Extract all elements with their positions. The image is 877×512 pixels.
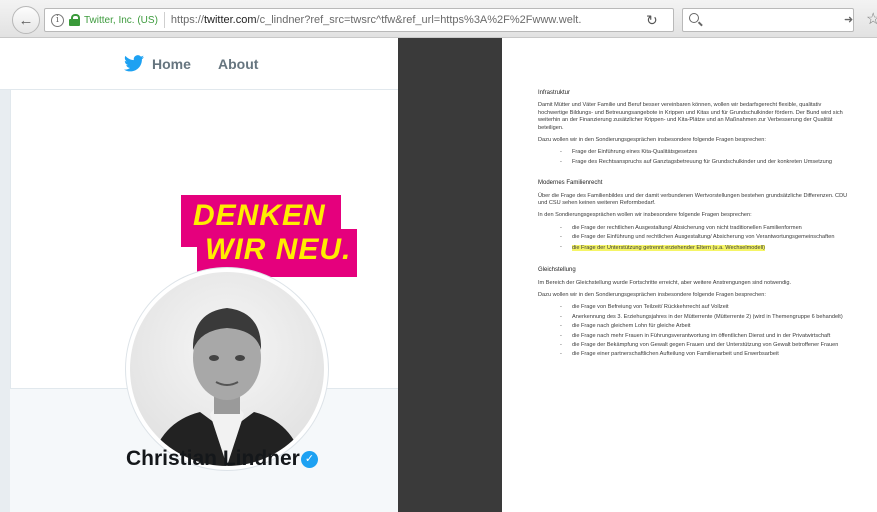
site-identity[interactable]: Twitter, Inc. (US) bbox=[84, 15, 158, 26]
paragraph: Dazu wollen wir in den Sondierungsgesprä… bbox=[538, 291, 766, 298]
twitter-nav: Home About bbox=[0, 38, 398, 90]
info-icon[interactable]: i bbox=[51, 13, 64, 27]
highlighted-text: die Frage der Unterstützung getrennt erz… bbox=[572, 244, 765, 251]
list-item: die Frage nach gleichem Lohn für gleiche… bbox=[538, 323, 848, 331]
nav-home-link[interactable]: Home bbox=[152, 56, 191, 72]
paragraph: Damit Mütter und Väter Familie und Beruf… bbox=[538, 102, 843, 131]
verified-badge-icon: ✓ bbox=[301, 451, 318, 468]
avatar-portrait-image bbox=[150, 308, 304, 466]
paragraph: In den Sondierungsgesprächen wollen wir … bbox=[538, 212, 752, 219]
url-path: /c_lindner?ref_src=twsrc^tfw&ref_url=htt… bbox=[256, 14, 582, 26]
twitter-profile-pane: Home About DENKEN WIR NEU. Christian Lin… bbox=[0, 38, 398, 512]
document-viewer: Infrastruktur Damit Mütter und Väter Fam… bbox=[398, 38, 877, 512]
reload-icon[interactable]: ↻ bbox=[646, 12, 658, 29]
browser-toolbar: ← i Twitter, Inc. (US) https://twitter.c… bbox=[0, 0, 877, 38]
section-heading: Infrastruktur bbox=[538, 90, 571, 96]
avatar[interactable] bbox=[126, 268, 328, 470]
list-item: die Frage nach mehr Frauen in Führungsve… bbox=[538, 333, 848, 341]
document-page: Infrastruktur Damit Mütter und Väter Fam… bbox=[502, 38, 877, 512]
list-item: die Frage von Befreiung von Teilzeit/ Rü… bbox=[538, 304, 848, 312]
list-item: die Frage der Einführung und rechtlichen… bbox=[538, 234, 848, 242]
document-text: Infrastruktur Damit Mütter und Väter Fam… bbox=[538, 90, 848, 365]
url-divider bbox=[163, 12, 165, 28]
list-item: die Frage der Bekämpfung von Gewalt gege… bbox=[538, 342, 848, 350]
banner-line-1: DENKEN bbox=[193, 199, 326, 232]
highlighted-list-item: die Frage der Unterstützung getrennt erz… bbox=[538, 244, 848, 253]
lock-icon[interactable] bbox=[69, 14, 80, 26]
list-item: Frage des Rechtsanspruchs auf Ganztagsbe… bbox=[538, 159, 848, 167]
page-gutter bbox=[0, 90, 10, 512]
address-bar[interactable]: i Twitter, Inc. (US) https://twitter.com… bbox=[44, 8, 674, 32]
search-input[interactable] bbox=[682, 8, 854, 32]
url-domain: twitter.com bbox=[203, 14, 257, 26]
profile-display-name[interactable]: Christian Lindner bbox=[126, 447, 300, 471]
back-button[interactable]: ← bbox=[12, 6, 40, 34]
back-arrow-icon: ← bbox=[18, 11, 34, 29]
paragraph: Im Bereich der Gleichstellung wurde Fort… bbox=[538, 279, 792, 286]
bullet-list: Frage der Einführung eines Kita-Qualität… bbox=[538, 149, 848, 166]
bookmark-star-icon[interactable]: ☆ bbox=[866, 9, 877, 29]
section-heading: Gleichstellung bbox=[538, 267, 576, 274]
list-item: Anerkennung des 3. Erziehungsjahres in d… bbox=[538, 314, 848, 322]
twitter-bird-icon[interactable] bbox=[124, 55, 144, 72]
paragraph: Über die Frage des Familienbildes und de… bbox=[538, 192, 848, 207]
nav-about-link[interactable]: About bbox=[218, 56, 258, 72]
url-text[interactable]: https://twitter.com/c_lindner?ref_src=tw… bbox=[171, 14, 582, 26]
url-prefix: https:// bbox=[170, 14, 204, 26]
bullet-list: die Frage von Befreiung von Teilzeit/ Rü… bbox=[538, 304, 848, 359]
go-arrow-icon[interactable]: ➜ bbox=[844, 13, 853, 26]
list-item: die Frage einer partnerschaftlichen Auft… bbox=[538, 351, 848, 359]
section-heading: Modernes Familienrecht bbox=[538, 180, 603, 187]
banner-line-2: WIR NEU. bbox=[205, 233, 352, 266]
paragraph: Dazu wollen wir in den Sondierungsgesprä… bbox=[538, 137, 766, 144]
bullet-list: die Frage der rechtlichen Ausgestaltung/… bbox=[538, 225, 848, 253]
list-item: Frage der Einführung eines Kita-Qualität… bbox=[538, 149, 848, 157]
list-item: die Frage der rechtlichen Ausgestaltung/… bbox=[538, 225, 848, 233]
search-icon bbox=[689, 13, 699, 23]
